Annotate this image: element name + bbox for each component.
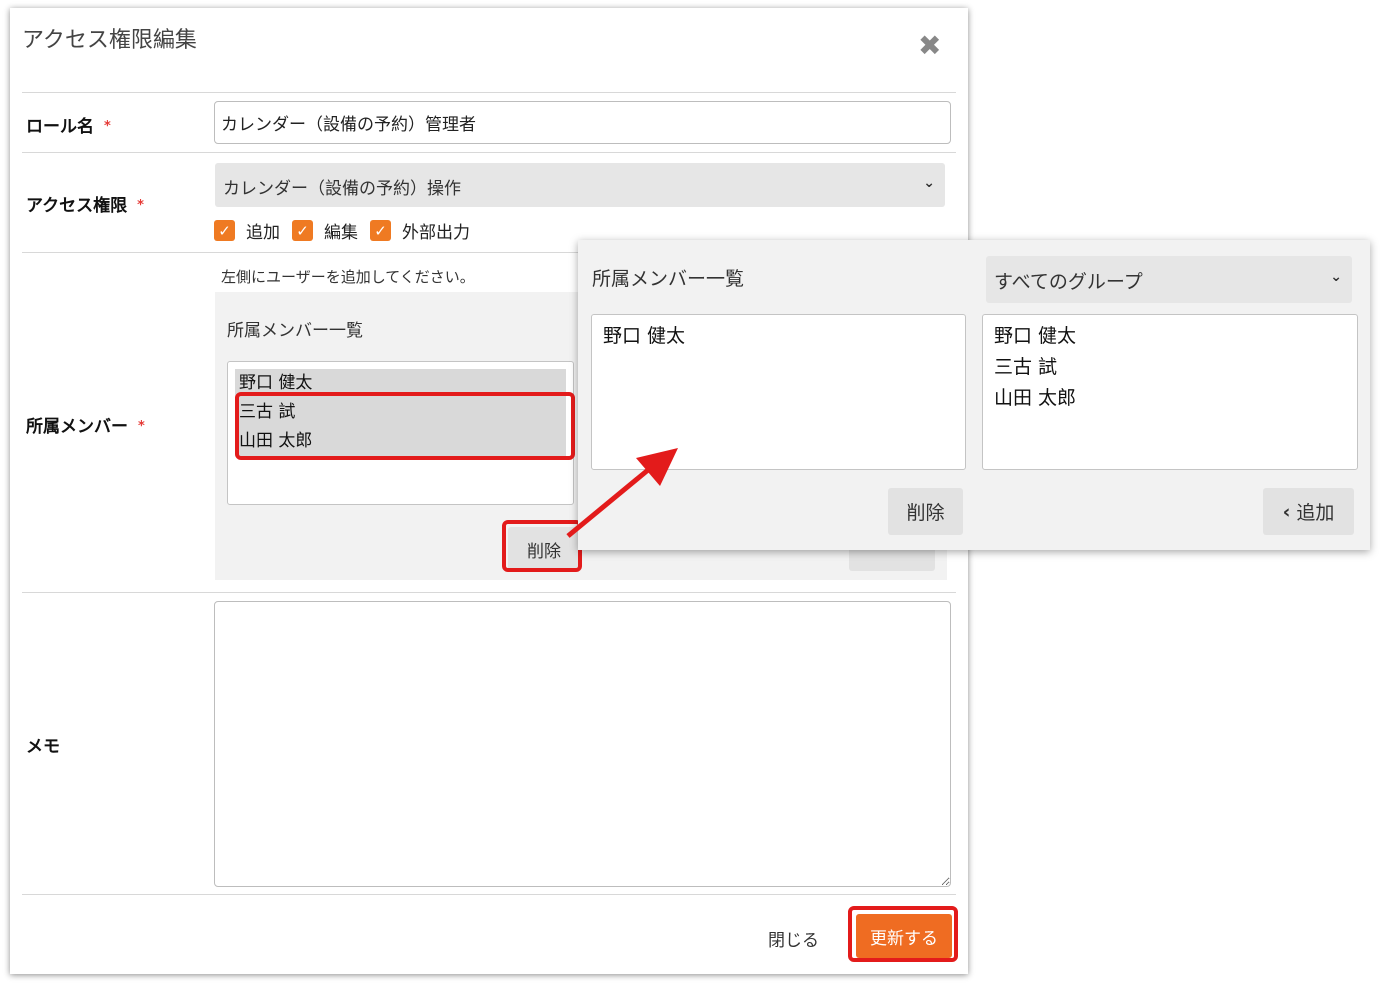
annotation-arrow xyxy=(566,448,678,538)
arrow-head xyxy=(636,448,678,486)
arrow-line xyxy=(566,468,650,538)
